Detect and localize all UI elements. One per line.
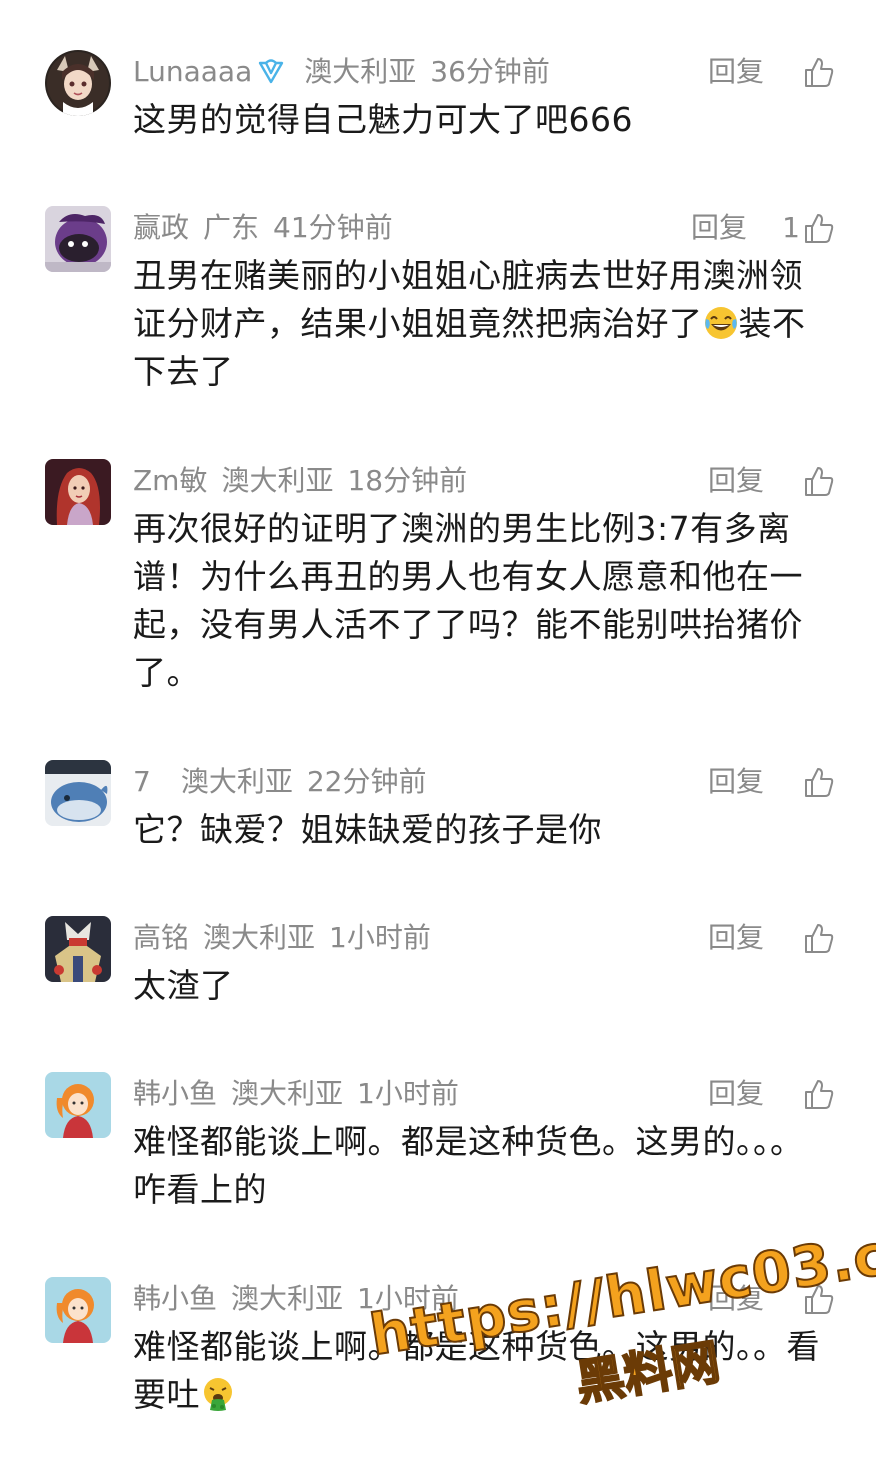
like-button[interactable]	[800, 1072, 836, 1116]
comment-meta: Zm敏 澳大利亚 18分钟前	[133, 461, 467, 501]
user-avatar[interactable]	[45, 50, 111, 116]
comment-time: 18分钟前	[347, 464, 468, 497]
user-location: 澳大利亚	[203, 921, 316, 954]
vomit-emoji-icon	[200, 1376, 236, 1412]
comment-time: 1小时前	[357, 1077, 459, 1110]
user-location: 广东	[203, 211, 260, 244]
reply-button[interactable]: 回复	[708, 1279, 764, 1319]
user-avatar[interactable]	[45, 760, 111, 826]
user-location: 澳大利亚	[304, 55, 417, 88]
like-button[interactable]	[800, 760, 836, 804]
comment-text: 难怪都能谈上啊。都是这种货色。这男的。。。咋看上的	[133, 1122, 804, 1209]
user-location: 澳大利亚	[221, 464, 334, 497]
comment-text: 它？缺爱？姐妹缺爱的孩子是你	[133, 810, 602, 849]
username[interactable]: 韩小鱼	[133, 1282, 217, 1315]
like-button[interactable]	[800, 1277, 836, 1321]
reply-button[interactable]: 回复	[691, 208, 747, 248]
purple-cartoon-avatar-icon	[45, 206, 111, 272]
anime-girl-avatar-icon	[45, 50, 111, 116]
comment-text: 难怪都能谈上啊。都是这种货色。这男的。。看要吐	[133, 1323, 833, 1419]
comment-meta: 赢政 广东 41分钟前	[133, 208, 393, 248]
comment-time: 22分钟前	[306, 765, 427, 798]
like-button[interactable]: 1	[782, 206, 836, 250]
like-button[interactable]	[800, 50, 836, 94]
reply-button[interactable]: 回复	[708, 461, 764, 501]
thumbs-up-icon	[805, 924, 834, 953]
thumbs-up-icon	[805, 1285, 834, 1314]
comment-meta: 韩小鱼 澳大利亚 1小时前	[133, 1074, 459, 1114]
armored-figure-avatar-icon	[45, 916, 111, 982]
reply-button[interactable]: 回复	[708, 1074, 764, 1114]
user-avatar[interactable]	[45, 1277, 111, 1343]
like-button[interactable]	[800, 459, 836, 503]
comment-text: 这男的觉得自己魅力可大了吧666	[133, 100, 633, 139]
laugh-tears-emoji-icon	[703, 305, 739, 341]
user-avatar[interactable]	[45, 916, 111, 982]
comment-meta: Lunaaaa 澳大利亚 36分钟前	[133, 52, 550, 92]
vip-badge-icon	[256, 56, 286, 86]
blue-whale-avatar-icon	[45, 760, 111, 826]
reply-button[interactable]: 回复	[708, 762, 764, 802]
comment-meta: 7 澳大利亚 22分钟前	[133, 762, 426, 802]
user-location: 澳大利亚	[231, 1282, 344, 1315]
thumbs-up-icon	[805, 58, 834, 87]
comment-text: 太渣了	[133, 966, 234, 1005]
cartoon-girl-avatar-icon	[45, 1072, 111, 1138]
reply-button[interactable]: 回复	[708, 918, 764, 958]
like-button[interactable]	[800, 916, 836, 960]
comment-time: 36分钟前	[430, 55, 550, 88]
red-hair-woman-avatar-icon	[45, 459, 111, 525]
thumbs-up-icon	[805, 214, 834, 243]
user-avatar[interactable]	[45, 459, 111, 525]
comment-meta: 韩小鱼 澳大利亚 1小时前	[133, 1279, 459, 1319]
comment-time: 1小时前	[329, 921, 431, 954]
username[interactable]: 7	[133, 765, 151, 798]
cartoon-girl-avatar-icon	[45, 1277, 111, 1343]
username[interactable]: 韩小鱼	[133, 1077, 217, 1110]
comment-text: 再次很好的证明了澳洲的男生比例3:7有多离谱！为什么再丑的男人也有女人愿意和他在…	[133, 509, 803, 692]
comment-meta: 高铭 澳大利亚 1小时前	[133, 918, 431, 958]
username[interactable]: 赢政	[133, 211, 189, 244]
username[interactable]: Lunaaaa	[133, 55, 252, 88]
thumbs-up-icon	[805, 768, 834, 797]
thumbs-up-icon	[805, 1080, 834, 1109]
user-avatar[interactable]	[45, 1072, 111, 1138]
user-avatar[interactable]	[45, 206, 111, 272]
user-location: 澳大利亚	[231, 1077, 344, 1110]
comment-text-part: 难怪都能谈上啊。都是这种货色。这男的。。看要吐	[133, 1327, 820, 1414]
username[interactable]: Zm敏	[133, 464, 207, 497]
comment-time: 41分钟前	[273, 211, 393, 244]
user-location: 澳大利亚	[180, 765, 293, 798]
reply-button[interactable]: 回复	[708, 52, 764, 92]
comment-text: 丑男在赌美丽的小姐姐心脏病去世好用澳洲领证分财产，结果小姐姐竟然把病治好了 装不下…	[133, 252, 833, 396]
comment-time: 1小时前	[357, 1282, 459, 1315]
like-count: 1	[782, 211, 800, 244]
username[interactable]: 高铭	[133, 921, 189, 954]
thumbs-up-icon	[805, 467, 834, 496]
